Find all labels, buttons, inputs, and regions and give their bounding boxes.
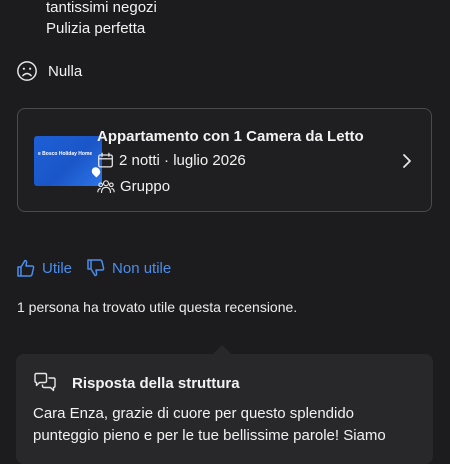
- chat-bubbles-icon: [34, 372, 56, 392]
- property-response-header: Risposta della struttura: [33, 372, 240, 394]
- helpful-votes: Utile Non utile: [16, 258, 171, 278]
- room-type: Appartamento con 1 Camera da Letto: [97, 128, 364, 145]
- chevron-right-icon: [403, 154, 411, 168]
- stay-duration: 2 notti · luglio 2026: [119, 152, 246, 169]
- traveler-type: Gruppo: [120, 178, 171, 195]
- thumbs-down-icon: [87, 259, 105, 277]
- sad-face-icon: [17, 61, 37, 81]
- traveler-type-row: Gruppo: [97, 178, 170, 195]
- group-icon: [97, 180, 115, 194]
- property-thumbnail: e Bosco Holiday Home: [34, 136, 102, 186]
- helpful-label: Utile: [42, 259, 73, 277]
- property-thumbnail-title: e Bosco Holiday Home: [38, 151, 93, 157]
- review-positive-text: tantissimi negozi Pulizia perfetta: [46, 0, 157, 39]
- not-helpful-label: Non utile: [112, 259, 172, 277]
- property-response-title: Risposta della struttura: [72, 374, 240, 392]
- review-negative: Nulla: [16, 60, 82, 82]
- property-response-text: Cara Enza, grazie di cuore per questo sp…: [33, 405, 386, 444]
- review-line: Pulizia perfetta: [46, 20, 146, 37]
- review-negative-text: Nulla: [48, 62, 83, 80]
- not-helpful-button[interactable]: Non utile: [86, 258, 171, 278]
- review-line: tantissimi negozi: [46, 0, 157, 16]
- thumbs-up-icon: [17, 259, 35, 277]
- stay-details-card[interactable]: e Bosco Holiday Home Appartamento con 1 …: [17, 108, 432, 212]
- property-response-card: Risposta della struttura Cara Enza, graz…: [16, 345, 433, 464]
- helpful-button[interactable]: Utile: [16, 258, 72, 278]
- calendar-icon: [98, 152, 113, 168]
- stay-duration-row: 2 notti · luglio 2026: [97, 152, 246, 169]
- helpful-count-text: 1 persona ha trovato utile questa recens…: [17, 299, 298, 315]
